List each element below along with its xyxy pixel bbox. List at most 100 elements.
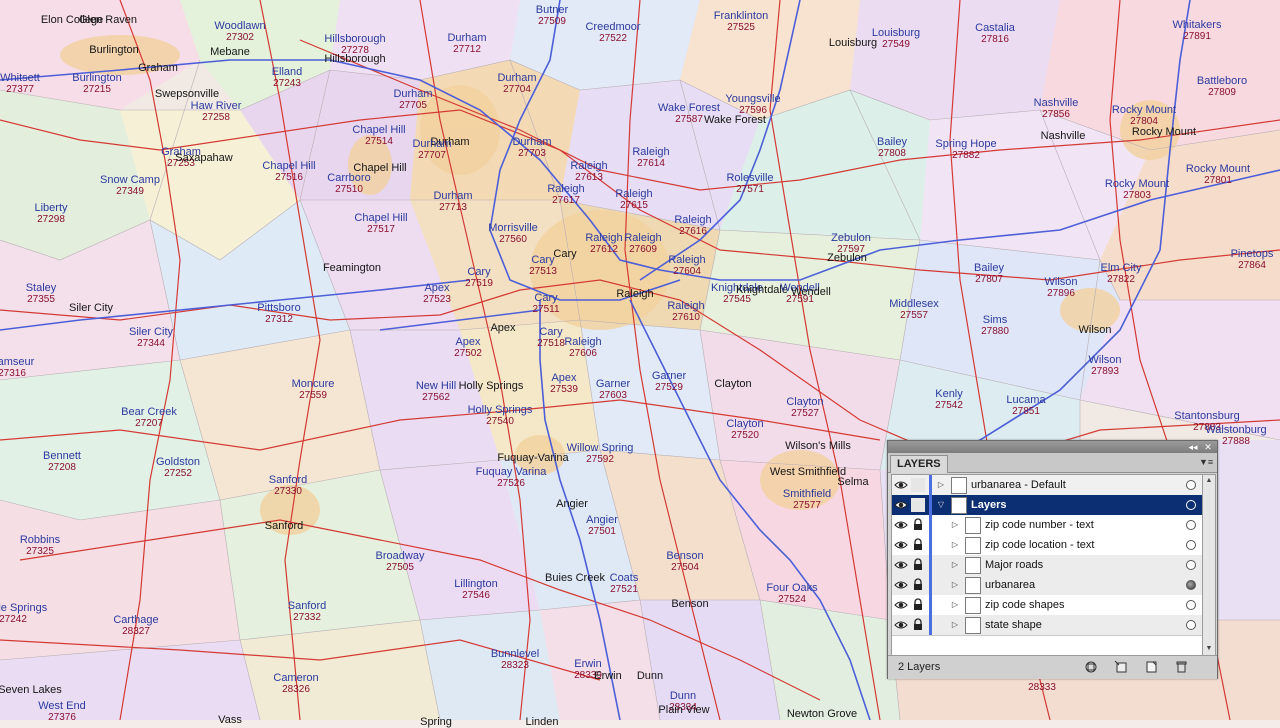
panel-menu-icon[interactable]: ▼≡	[1199, 457, 1213, 467]
layer-row[interactable]: ▷ zip code shapes	[892, 595, 1202, 616]
visibility-eye-icon[interactable]	[894, 538, 908, 552]
disclosure-collapsed-icon[interactable]: ▷	[950, 580, 960, 590]
disclosure-expanded-icon[interactable]: ▽	[936, 500, 946, 510]
place-name: West End	[38, 700, 86, 712]
zip-label: Louisburg 27549	[872, 27, 920, 51]
lock-icon[interactable]	[911, 558, 925, 572]
target-circle-icon[interactable]	[1186, 560, 1196, 570]
place-name: Smithfield	[782, 488, 832, 500]
panel-titlebar[interactable]: ◂◂ ✕	[888, 441, 1217, 453]
layer-list[interactable]: ▷ urbanarea - Default ▽ Layers ▷ zip code num…	[891, 474, 1203, 656]
place-name: Lucama	[1006, 394, 1046, 406]
scroll-up-icon[interactable]: ▲	[1203, 475, 1215, 487]
zip-label: Rocky Mount 27803	[1105, 178, 1169, 202]
zip-code-number: 27504	[671, 562, 699, 573]
disclosure-collapsed-icon[interactable]: ▷	[936, 480, 946, 490]
layer-name[interactable]: urbanarea - Default	[971, 478, 1066, 492]
close-icon[interactable]: ✕	[1203, 442, 1213, 452]
disclosure-collapsed-icon[interactable]: ▷	[950, 560, 960, 570]
lock-toggle[interactable]	[911, 498, 925, 512]
layers-panel[interactable]: ◂◂ ✕ LAYERS ▼≡ ▷ urbanarea - Default ▽ Laye…	[887, 440, 1218, 679]
zip-label: Apex 27539	[550, 372, 578, 396]
disclosure-collapsed-icon[interactable]: ▷	[950, 540, 960, 550]
target-circle-icon[interactable]	[1186, 520, 1196, 530]
zip-code-number: 27609	[629, 244, 657, 255]
layer-name[interactable]: Layers	[971, 498, 1006, 512]
zip-code-number: 28327	[122, 626, 150, 637]
collapse-arrows-icon[interactable]: ◂◂	[1188, 442, 1198, 452]
zip-code-number: 27546	[462, 590, 490, 601]
layer-name[interactable]: zip code shapes	[985, 598, 1065, 612]
zip-label: Battleboro 27809	[1197, 75, 1247, 99]
lock-icon[interactable]	[911, 518, 925, 532]
place-name: Feamington	[322, 262, 382, 274]
target-circle-icon[interactable]	[1186, 580, 1196, 590]
city-label: Spring	[420, 716, 452, 728]
zip-code-number: 27377	[6, 84, 34, 95]
place-name: Hillsborough	[324, 53, 386, 65]
place-name: Wilson's Mills	[785, 440, 851, 452]
layer-row[interactable]: ▷ state shape	[892, 615, 1202, 636]
lock-icon[interactable]	[911, 578, 925, 592]
disclosure-collapsed-icon[interactable]: ▷	[950, 620, 960, 630]
city-label: Zebulon	[827, 252, 867, 264]
layer-row[interactable]: ▷ urbanarea - Default	[892, 475, 1202, 496]
zip-label: Snow Camp 27349	[100, 174, 160, 198]
lock-icon[interactable]	[911, 538, 925, 552]
target-circle-icon[interactable]	[1186, 540, 1196, 550]
lock-icon[interactable]	[911, 618, 925, 632]
layer-thumbnail	[965, 537, 981, 554]
layer-row[interactable]: ▷ zip code location - text	[892, 535, 1202, 556]
layer-name[interactable]: state shape	[985, 618, 1042, 632]
visibility-eye-icon[interactable]	[894, 618, 908, 632]
visibility-eye-icon[interactable]	[894, 498, 908, 512]
layer-name[interactable]: zip code location - text	[985, 538, 1094, 552]
layer-row[interactable]: ▽ Layers	[892, 495, 1202, 516]
make-clipping-mask-icon[interactable]	[1084, 660, 1098, 674]
target-circle-icon[interactable]	[1186, 600, 1196, 610]
zip-code-number: 27516	[275, 172, 303, 183]
zip-label: Apex 27502	[454, 336, 482, 360]
tab-layers[interactable]: LAYERS	[890, 455, 948, 473]
create-sublayer-icon[interactable]	[1114, 660, 1128, 674]
place-name: Coats	[609, 572, 639, 584]
visibility-eye-icon[interactable]	[894, 578, 908, 592]
visibility-eye-icon[interactable]	[894, 518, 908, 532]
visibility-eye-icon[interactable]	[894, 598, 908, 612]
layer-name[interactable]: urbanarea	[985, 578, 1035, 592]
zip-label: Durham 27713	[433, 190, 472, 214]
disclosure-collapsed-icon[interactable]: ▷	[950, 520, 960, 530]
create-new-layer-icon[interactable]	[1144, 660, 1158, 674]
place-name: Ramseur	[0, 356, 35, 368]
target-circle-icon[interactable]	[1186, 480, 1196, 490]
zip-code-number: 28323	[501, 660, 529, 671]
delete-layer-icon[interactable]	[1174, 660, 1188, 674]
scroll-down-icon[interactable]: ▼	[1203, 643, 1215, 655]
zip-code-number: 27559	[299, 390, 327, 401]
layer-thumbnail	[951, 477, 967, 494]
disclosure-collapsed-icon[interactable]: ▷	[950, 600, 960, 610]
layer-name[interactable]: zip code number - text	[985, 518, 1094, 532]
zip-label: Lillington 27546	[454, 578, 497, 602]
layer-color-bar	[929, 475, 932, 495]
layer-name[interactable]: Major roads	[985, 558, 1043, 572]
zip-code-number: 27302	[226, 32, 254, 43]
zip-code-number: 27242	[0, 614, 27, 625]
layer-list-scrollbar[interactable]: ▲ ▼	[1202, 474, 1216, 656]
target-circle-icon[interactable]	[1186, 500, 1196, 510]
zip-code-number: 27539	[550, 384, 578, 395]
lock-toggle[interactable]	[911, 478, 925, 492]
place-name: Angier	[556, 498, 588, 510]
target-circle-icon[interactable]	[1186, 620, 1196, 630]
city-label: Plain View	[658, 704, 709, 716]
place-name: Rocky Mount	[1185, 163, 1251, 175]
layer-row[interactable]: ▷ zip code number - text	[892, 515, 1202, 536]
layer-row[interactable]: ▷ Major roads	[892, 555, 1202, 576]
layer-row[interactable]: ▷ urbanarea	[892, 575, 1202, 596]
place-name: Wilson	[1044, 276, 1078, 288]
zip-label: Cary 27519	[465, 266, 493, 290]
place-name: Holly Springs	[467, 404, 533, 416]
visibility-eye-icon[interactable]	[894, 558, 908, 572]
lock-icon[interactable]	[911, 598, 925, 612]
visibility-eye-icon[interactable]	[894, 478, 908, 492]
